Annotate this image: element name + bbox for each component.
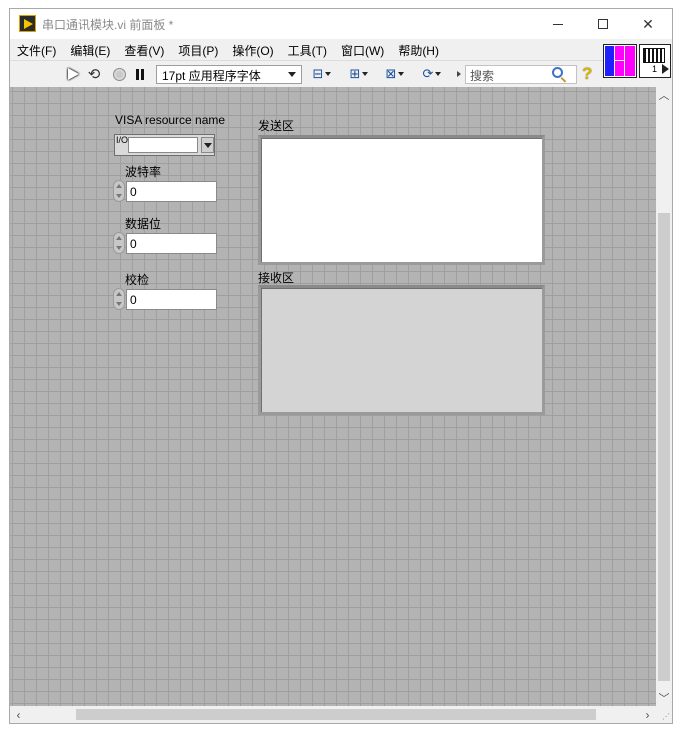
receive-text-indicator	[258, 285, 545, 415]
visa-resource-control[interactable]: I/O	[114, 134, 215, 156]
chevron-up-icon: ︿	[658, 90, 670, 102]
run-arrow-icon	[67, 68, 79, 80]
stop-icon	[112, 67, 126, 81]
align-icon: ⊟	[312, 66, 324, 81]
run-continuously-button[interactable]: ⟲	[85, 65, 103, 83]
visa-resource-label: VISA resource name	[115, 113, 226, 127]
menu-view[interactable]: 查看(V)	[117, 39, 171, 59]
connector-terminal[interactable]	[605, 46, 614, 76]
reorder-icon: ⟳	[422, 66, 434, 81]
visa-resource-value[interactable]	[128, 137, 198, 153]
minimize-icon	[553, 23, 563, 25]
vi-icon[interactable]: 1	[639, 44, 671, 78]
data-bits-label: 数据位	[125, 217, 162, 231]
font-select-value: 17pt 应用程序字体	[162, 69, 261, 83]
send-area-label: 发送区	[258, 119, 295, 133]
menu-project[interactable]: 项目(P)	[171, 39, 225, 59]
resize-icon: ⊠	[385, 66, 397, 81]
pause-button[interactable]	[133, 65, 147, 83]
connector-pane-icon[interactable]	[603, 44, 637, 78]
resize-grip-icon[interactable]: ⋰	[656, 706, 672, 723]
maximize-icon	[598, 19, 608, 29]
menu-operate[interactable]: 操作(O)	[225, 39, 280, 59]
parity-control[interactable]: 0	[113, 288, 217, 310]
resize-objects-button[interactable]: ⊠	[381, 65, 409, 83]
baud-rate-stepper[interactable]	[113, 180, 125, 202]
run-button[interactable]	[64, 65, 82, 83]
scroll-up-button[interactable]: ︿	[656, 87, 672, 103]
data-bits-field[interactable]: 0	[126, 233, 217, 254]
send-text-control[interactable]	[258, 135, 545, 265]
chevron-down-icon	[398, 72, 405, 76]
distribute-icon: ⊞	[349, 66, 361, 81]
vi-icon-number: 1	[652, 64, 658, 74]
pause-bar-right-icon	[141, 68, 144, 80]
scroll-right-button[interactable]: ›	[639, 706, 656, 723]
context-help-button[interactable]: ?	[582, 64, 596, 84]
menu-help[interactable]: 帮助(H)	[391, 39, 446, 59]
parity-field[interactable]: 0	[126, 289, 217, 310]
horizontal-scroll-thumb[interactable]	[76, 709, 596, 720]
reorder-button[interactable]: ⟳	[418, 65, 446, 83]
minimize-button[interactable]	[535, 9, 581, 39]
distribute-objects-button[interactable]: ⊞	[345, 65, 373, 83]
toolbar-expand-icon[interactable]	[457, 71, 461, 77]
horizontal-scrollbar[interactable]: ‹ ›	[10, 706, 656, 723]
abort-button[interactable]	[111, 65, 127, 83]
parity-label: 校检	[125, 273, 150, 287]
connector-terminal[interactable]	[615, 61, 624, 76]
connector-terminal[interactable]	[625, 46, 635, 76]
vi-icon-play-glyph	[662, 64, 669, 74]
baud-rate-control[interactable]: 0	[113, 180, 217, 202]
data-bits-control[interactable]: 0	[113, 232, 217, 254]
parity-stepper[interactable]	[113, 288, 125, 310]
scroll-down-button[interactable]: ﹀	[656, 690, 672, 706]
menu-window[interactable]: 窗口(W)	[334, 39, 391, 59]
close-button[interactable]: ✕	[625, 9, 671, 39]
menu-bar: 文件(F) 编辑(E) 查看(V) 项目(P) 操作(O) 工具(T) 窗口(W…	[10, 39, 602, 59]
baud-rate-field[interactable]: 0	[126, 181, 217, 202]
vi-icon-screen	[643, 48, 665, 63]
vertical-scrollbar[interactable]: ︿ ﹀	[656, 87, 672, 706]
font-select[interactable]: 17pt 应用程序字体	[156, 65, 302, 84]
receive-area-label: 接收区	[258, 271, 295, 285]
scroll-left-button[interactable]: ‹	[10, 706, 27, 723]
toolbar: ⟲ 17pt 应用程序字体 ⊟ ⊞ ⊠ ⟳ 搜索 ?	[10, 60, 602, 86]
title-bar[interactable]: 串口通讯模块.vi 前面板 * ✕	[10, 9, 672, 39]
maximize-button[interactable]	[580, 9, 626, 39]
chevron-down-icon	[288, 72, 296, 77]
close-icon: ✕	[642, 15, 654, 32]
run-continuously-icon: ⟲	[87, 66, 101, 83]
pause-bar-left-icon	[136, 68, 139, 80]
front-panel[interactable]: VISA resource name I/O 波特率 0 数据位 0 校检 0 …	[10, 87, 656, 706]
chevron-down-icon	[435, 72, 442, 76]
chevron-right-icon: ›	[645, 707, 650, 722]
chevron-down-icon	[362, 72, 369, 76]
labview-window: 串口通讯模块.vi 前面板 * ✕ 文件(F) 编辑(E) 查看(V) 项目(P…	[9, 8, 673, 724]
chevron-down-icon: ﹀	[658, 693, 670, 705]
search-icon[interactable]	[552, 67, 563, 78]
vertical-scroll-thumb[interactable]	[658, 213, 670, 681]
menu-tools[interactable]: 工具(T)	[281, 39, 334, 59]
align-objects-button[interactable]: ⊟	[308, 65, 336, 83]
visa-io-icon: I/O	[116, 135, 129, 145]
menu-file[interactable]: 文件(F)	[10, 39, 63, 59]
labview-app-icon	[19, 15, 36, 32]
chevron-down-icon	[325, 72, 332, 76]
connector-terminal[interactable]	[615, 46, 624, 60]
window-title: 串口通讯模块.vi 前面板 *	[42, 18, 174, 32]
baud-rate-label: 波特率	[125, 165, 162, 179]
data-bits-stepper[interactable]	[113, 232, 125, 254]
chevron-left-icon: ‹	[16, 707, 21, 722]
menu-edit[interactable]: 编辑(E)	[63, 39, 117, 59]
visa-dropdown-button[interactable]	[201, 137, 214, 153]
